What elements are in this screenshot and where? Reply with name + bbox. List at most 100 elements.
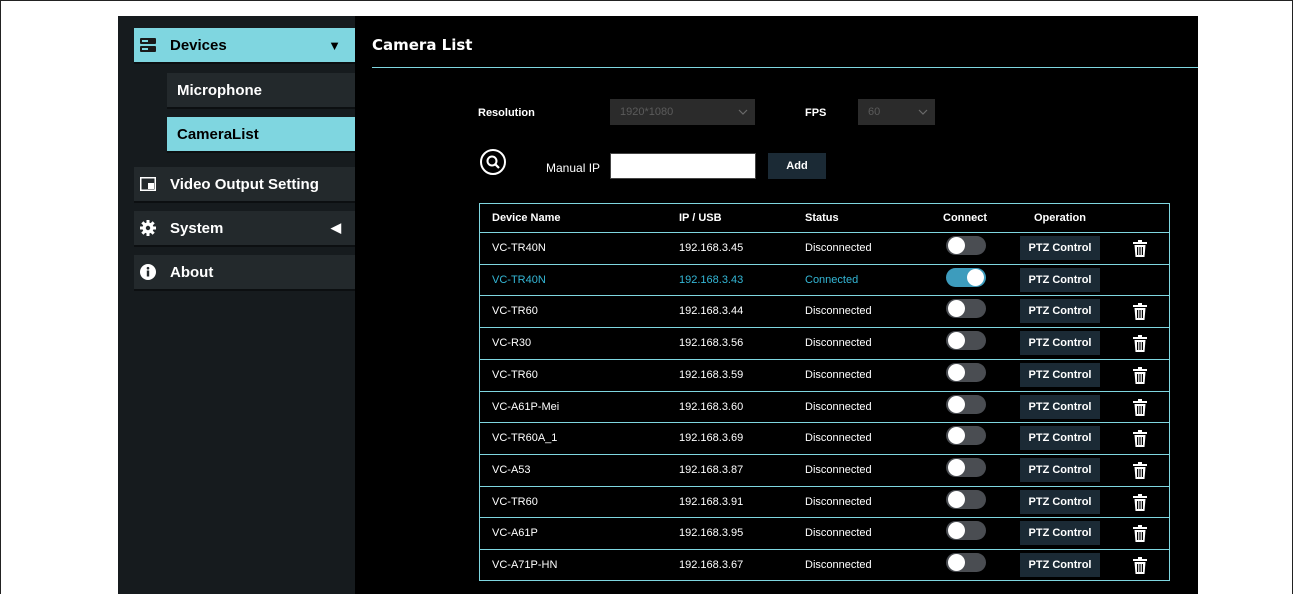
connect-toggle[interactable] <box>946 331 986 351</box>
toggle-knob <box>948 427 965 445</box>
manual-ip-label: Manual IP <box>546 161 601 175</box>
page-frame-top <box>0 0 1293 1</box>
display-icon <box>140 176 156 192</box>
ptz-control-button[interactable]: PTZ Control <box>1020 489 1100 514</box>
cell-status: Disconnected <box>805 527 872 540</box>
camera-table: Device Name IP / USB Status Connect Oper… <box>479 203 1170 581</box>
resolution-value: 1920*1080 <box>620 106 674 118</box>
connect-toggle[interactable] <box>946 426 986 446</box>
cell-status: Disconnected <box>805 400 872 413</box>
ptz-control-button[interactable]: PTZ Control <box>1020 267 1100 292</box>
table-row[interactable]: VC-TR60 192.168.3.91 Disconnected PTZ Contr… <box>480 485 1169 517</box>
table-row[interactable]: VC-TR60 192.168.3.44 Disconnected PTZ Contr… <box>480 295 1169 326</box>
cell-ip: 192.168.3.87 <box>679 463 744 476</box>
connect-toggle[interactable] <box>946 267 986 287</box>
toggle-knob <box>948 300 965 318</box>
toggle-knob <box>948 363 965 381</box>
trash-icon[interactable] <box>1133 366 1147 384</box>
table-row[interactable]: VC-TR60A_1 192.168.3.69 Disconnected PTZ Co… <box>480 422 1169 453</box>
ptz-control-button[interactable]: PTZ Control <box>1020 553 1100 577</box>
cell-device-name: VC-A61P <box>492 527 538 540</box>
header-operation: Operation <box>1034 212 1086 224</box>
app-window: Devices ▼ Microphone CameraList Video Ou… <box>118 16 1198 594</box>
resolution-select[interactable]: 1920*1080 <box>610 99 755 125</box>
fps-value: 60 <box>868 106 881 118</box>
sidebar-item-devices[interactable]: Devices ▼ <box>134 28 355 64</box>
caret-left-icon: ◀ <box>331 220 341 235</box>
table-row[interactable]: VC-A61P-Mei 192.168.3.60 Disconnected PTZ C… <box>480 390 1169 422</box>
page-frame-left <box>0 0 1 594</box>
toggle-knob <box>948 395 965 413</box>
add-button[interactable]: Add <box>768 153 826 179</box>
discover-search-icon[interactable] <box>480 149 506 175</box>
connect-toggle[interactable] <box>946 236 986 255</box>
trash-icon[interactable] <box>1133 557 1147 574</box>
header-ip-usb: IP / USB <box>679 212 722 224</box>
sidebar-item-about-label: About <box>170 263 214 281</box>
ptz-control-button[interactable]: PTZ Control <box>1020 394 1100 419</box>
fps-select[interactable]: 60 <box>858 99 935 125</box>
connect-toggle[interactable] <box>946 362 986 382</box>
sidebar: Devices ▼ Microphone CameraList Video Ou… <box>118 16 355 594</box>
toggle-knob <box>948 237 965 254</box>
manual-ip-input[interactable] <box>610 153 756 179</box>
connect-toggle[interactable] <box>946 489 986 509</box>
cell-device-name: VC-TR60A_1 <box>492 432 558 445</box>
sidebar-item-devices-label: Devices <box>170 36 227 54</box>
connect-toggle[interactable] <box>946 299 986 319</box>
cell-ip: 192.168.3.56 <box>679 337 744 350</box>
trash-icon[interactable] <box>1133 240 1147 257</box>
page-frame-right <box>1292 0 1293 594</box>
sidebar-item-system[interactable]: System ◀ <box>134 211 355 247</box>
sidebar-item-video-output[interactable]: Video Output Setting <box>134 167 355 203</box>
sidebar-item-cameralist[interactable]: CameraList <box>167 117 355 153</box>
toggle-knob <box>948 522 965 540</box>
ptz-control-button[interactable]: PTZ Control <box>1020 331 1100 356</box>
sidebar-item-cameralist-label: CameraList <box>177 125 259 143</box>
toggle-knob <box>948 332 965 350</box>
trash-icon[interactable] <box>1133 461 1147 479</box>
trash-icon[interactable] <box>1133 430 1147 448</box>
sidebar-item-about[interactable]: About <box>134 255 355 291</box>
toggle-knob <box>948 490 965 508</box>
trash-icon[interactable] <box>1133 493 1147 511</box>
fps-label: FPS <box>805 107 827 119</box>
table-row[interactable]: VC-TR60 192.168.3.59 Disconnected PTZ Contr… <box>480 358 1169 390</box>
connect-toggle[interactable] <box>946 457 986 477</box>
sidebar-item-microphone-label: Microphone <box>177 81 262 99</box>
table-row[interactable]: VC-R30 192.168.3.56 Disconnected PTZ Contro… <box>480 327 1169 358</box>
sidebar-item-microphone[interactable]: Microphone <box>167 73 355 109</box>
title-divider <box>372 67 1198 68</box>
ptz-control-button[interactable]: PTZ Control <box>1020 299 1100 324</box>
table-row[interactable]: VC-TR40N 192.168.3.43 Connected PTZ Control <box>480 263 1169 295</box>
connect-toggle[interactable] <box>946 553 986 572</box>
cell-ip: 192.168.3.69 <box>679 432 744 445</box>
cell-status: Disconnected <box>805 305 872 318</box>
chevron-down-icon <box>911 99 935 125</box>
ptz-control-button[interactable]: PTZ Control <box>1020 521 1100 546</box>
table-row[interactable]: VC-TR40N 192.168.3.45 Disconnected PTZ Cont… <box>480 232 1169 263</box>
trash-icon[interactable] <box>1133 335 1147 353</box>
ptz-control-button[interactable]: PTZ Control <box>1020 426 1100 451</box>
cell-ip: 192.168.3.45 <box>679 242 744 254</box>
trash-icon[interactable] <box>1133 398 1147 416</box>
connect-toggle[interactable] <box>946 521 986 541</box>
cell-status: Disconnected <box>805 432 872 445</box>
connect-toggle[interactable] <box>946 394 986 414</box>
ptz-control-button[interactable]: PTZ Control <box>1020 362 1100 387</box>
table-row[interactable]: VC-A53 192.168.3.87 Disconnected PTZ Contro… <box>480 453 1169 485</box>
cell-ip: 192.168.3.95 <box>679 527 744 540</box>
cell-device-name: VC-A61P-Mei <box>492 400 560 413</box>
cell-status: Disconnected <box>805 368 872 381</box>
ptz-control-button[interactable]: PTZ Control <box>1020 457 1100 482</box>
cell-ip: 192.168.3.91 <box>679 495 744 508</box>
cell-ip: 192.168.3.59 <box>679 368 744 381</box>
cell-device-name: VC-TR40N <box>492 273 546 286</box>
cell-device-name: VC-A71P-HN <box>492 559 558 571</box>
toggle-knob <box>967 268 984 286</box>
ptz-control-button[interactable]: PTZ Control <box>1020 236 1100 260</box>
table-row[interactable]: VC-A61P 192.168.3.95 Disconnected PTZ Contr… <box>480 517 1169 548</box>
trash-icon[interactable] <box>1133 525 1147 543</box>
trash-icon[interactable] <box>1133 303 1147 321</box>
table-row[interactable]: VC-A71P-HN 192.168.3.67 Disconnected PTZ Co… <box>480 549 1169 580</box>
